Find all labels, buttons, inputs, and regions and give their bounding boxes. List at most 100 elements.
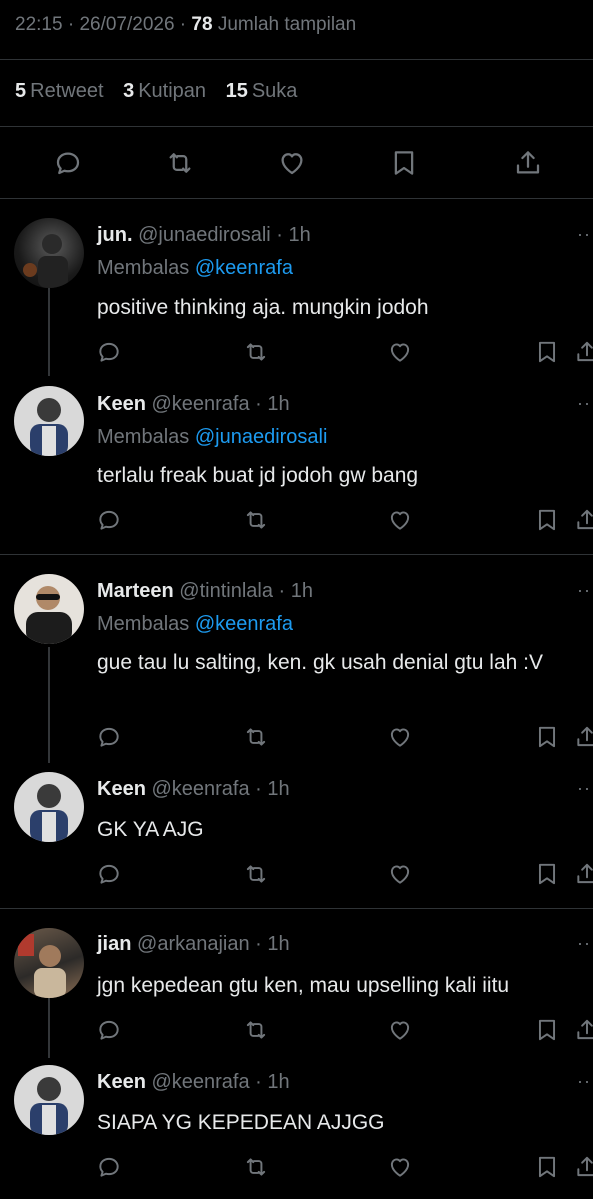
share-icon[interactable] <box>574 1154 593 1180</box>
timestamp[interactable]: 1h <box>289 224 311 246</box>
reply-icon[interactable] <box>96 724 122 750</box>
more-options-icon[interactable]: ·· <box>577 1071 591 1092</box>
like-icon[interactable] <box>387 507 413 533</box>
mention-link[interactable]: @keenrafa <box>195 613 293 635</box>
username[interactable]: @junaedirosali <box>138 224 271 246</box>
avatar[interactable] <box>14 386 84 456</box>
action-row <box>0 1154 593 1182</box>
username[interactable]: @tintinlala <box>179 580 273 602</box>
engagement-stats: 5 Retweet 3 Kutipan 15 Suka <box>15 80 311 103</box>
timestamp[interactable]: 1h <box>267 1071 289 1093</box>
main-action-bar <box>0 140 593 184</box>
action-row <box>0 724 593 752</box>
share-icon[interactable] <box>574 724 593 750</box>
divider <box>0 126 593 127</box>
reply-header: Keen @keenrafa · 1h <box>97 393 290 415</box>
retweets-stat[interactable]: 5 Retweet <box>15 80 104 102</box>
avatar[interactable] <box>14 772 84 842</box>
more-options-icon[interactable]: ·· <box>577 580 591 601</box>
divider <box>0 198 593 199</box>
display-name[interactable]: Keen <box>97 778 146 800</box>
reply-icon[interactable] <box>96 861 122 887</box>
retweet-icon[interactable] <box>243 724 269 750</box>
avatar[interactable] <box>14 928 84 998</box>
replying-to: Membalas @junaedirosali <box>97 426 328 448</box>
reply-icon[interactable] <box>96 1017 122 1043</box>
tweet-text: jgn kepedean gtu ken, mau upselling kali… <box>97 974 510 997</box>
views-label: Jumlah tampilan <box>217 14 357 35</box>
retweet-icon[interactable] <box>243 1017 269 1043</box>
tweet-text: GK YA AJG <box>97 818 204 841</box>
bookmark-icon[interactable] <box>534 339 560 365</box>
like-icon[interactable] <box>387 724 413 750</box>
divider <box>0 59 593 60</box>
divider <box>0 554 593 555</box>
more-options-icon[interactable]: ·· <box>577 224 591 245</box>
reply-icon[interactable] <box>96 507 122 533</box>
timestamp[interactable]: 1h <box>267 393 289 415</box>
retweet-icon[interactable] <box>243 861 269 887</box>
reply-header: Marteen @tintinlala · 1h <box>97 580 313 602</box>
action-row <box>0 339 593 367</box>
display-name[interactable]: Keen <box>97 1071 146 1093</box>
share-icon[interactable] <box>574 507 593 533</box>
reply-header: jun. @junaedirosali · 1h <box>97 224 311 246</box>
username[interactable]: @arkanajian <box>137 933 250 955</box>
like-icon[interactable] <box>387 339 413 365</box>
timestamp[interactable]: 1h <box>267 778 289 800</box>
share-icon[interactable] <box>574 339 593 365</box>
share-icon[interactable] <box>574 861 593 887</box>
tweet-text: terlalu freak buat jd jodoh gw bang <box>97 464 419 487</box>
username[interactable]: @keenrafa <box>151 393 249 415</box>
bookmark-icon[interactable] <box>389 148 419 178</box>
timestamp[interactable]: 1h <box>267 933 289 955</box>
more-options-icon[interactable]: ·· <box>577 933 591 954</box>
like-icon[interactable] <box>387 1017 413 1043</box>
retweet-icon[interactable] <box>243 1154 269 1180</box>
tweet-text: gue tau lu salting, ken. gk usah denial … <box>97 651 543 674</box>
display-name[interactable]: Keen <box>97 393 146 415</box>
tweet-time: 22:15 <box>15 14 63 35</box>
like-icon[interactable] <box>387 1154 413 1180</box>
bookmark-icon[interactable] <box>534 1154 560 1180</box>
tweet-meta: 22:15 · 26/07/2026 · 78 Jumlah tampilan <box>15 14 357 35</box>
bookmark-icon[interactable] <box>534 861 560 887</box>
like-icon[interactable] <box>387 861 413 887</box>
action-row <box>0 1017 593 1045</box>
avatar[interactable] <box>14 218 84 288</box>
display-name[interactable]: jian <box>97 933 131 955</box>
tweet-date: 26/07/2026 <box>79 14 175 35</box>
retweet-icon[interactable] <box>165 148 195 178</box>
action-row <box>0 861 593 889</box>
mention-link[interactable]: @junaedirosali <box>195 426 328 448</box>
more-options-icon[interactable]: ·· <box>577 778 591 799</box>
quotes-stat[interactable]: 3 Kutipan <box>123 80 206 102</box>
like-icon[interactable] <box>277 148 307 178</box>
bookmark-icon[interactable] <box>534 507 560 533</box>
reply-icon[interactable] <box>53 148 83 178</box>
reply-header: Keen @keenrafa · 1h <box>97 778 290 800</box>
mention-link[interactable]: @keenrafa <box>195 257 293 279</box>
display-name[interactable]: jun. <box>97 224 133 246</box>
bookmark-icon[interactable] <box>534 724 560 750</box>
reply-icon[interactable] <box>96 339 122 365</box>
timestamp[interactable]: 1h <box>291 580 313 602</box>
tweet-text: SIAPA YG KEPEDEAN AJJGG <box>97 1111 385 1134</box>
avatar[interactable] <box>14 574 84 644</box>
action-row <box>0 507 593 535</box>
avatar[interactable] <box>14 1065 84 1135</box>
retweet-icon[interactable] <box>243 339 269 365</box>
more-options-icon[interactable]: ·· <box>577 393 591 414</box>
share-icon[interactable] <box>574 1017 593 1043</box>
reply-icon[interactable] <box>96 1154 122 1180</box>
replying-to: Membalas @keenrafa <box>97 257 293 279</box>
reply-header: jian @arkanajian · 1h <box>97 933 290 955</box>
username[interactable]: @keenrafa <box>151 1071 249 1093</box>
likes-stat[interactable]: 15 Suka <box>226 80 298 102</box>
display-name[interactable]: Marteen <box>97 580 174 602</box>
bookmark-icon[interactable] <box>534 1017 560 1043</box>
tweet-text: positive thinking aja. mungkin jodoh <box>97 296 429 319</box>
share-icon[interactable] <box>513 148 543 178</box>
username[interactable]: @keenrafa <box>151 778 249 800</box>
retweet-icon[interactable] <box>243 507 269 533</box>
